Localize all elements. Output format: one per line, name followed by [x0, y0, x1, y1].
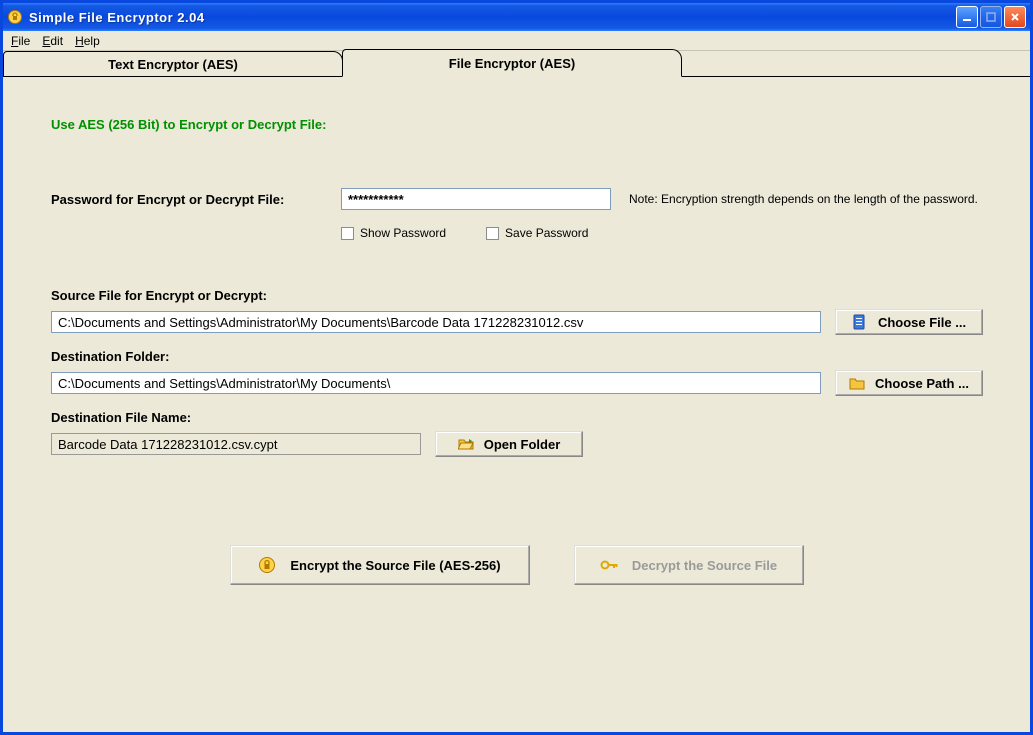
- open-folder-label: Open Folder: [484, 437, 561, 452]
- dest-folder-label: Destination Folder:: [51, 349, 982, 364]
- folder-icon: [849, 375, 865, 391]
- menu-file[interactable]: File: [11, 34, 30, 48]
- source-row: Choose File ...: [51, 309, 982, 335]
- password-note: Note: Encryption strength depends on the…: [629, 192, 978, 206]
- content-pane: Use AES (256 Bit) to Encrypt or Decrypt …: [3, 77, 1030, 732]
- dest-file-row: Barcode Data 171228231012.csv.cypt Open …: [51, 431, 982, 457]
- source-file-input[interactable]: [51, 311, 821, 333]
- dest-folder-input[interactable]: [51, 372, 821, 394]
- source-label: Source File for Encrypt or Decrypt:: [51, 288, 982, 303]
- lock-icon: [258, 556, 276, 574]
- encrypt-label: Encrypt the Source File (AES-256): [290, 558, 500, 573]
- show-password-checkbox[interactable]: Show Password: [341, 226, 446, 240]
- choose-file-label: Choose File ...: [878, 315, 966, 330]
- titlebar: Simple File Encryptor 2.04: [3, 3, 1030, 31]
- choose-file-button[interactable]: Choose File ...: [835, 309, 983, 335]
- show-password-label: Show Password: [360, 226, 446, 240]
- window-title: Simple File Encryptor 2.04: [29, 10, 956, 25]
- choose-path-label: Choose Path ...: [875, 376, 969, 391]
- file-icon: [852, 314, 868, 330]
- password-label: Password for Encrypt or Decrypt File:: [51, 192, 341, 207]
- tab-spacer: [681, 51, 1030, 77]
- password-row: Password for Encrypt or Decrypt File: No…: [51, 188, 982, 210]
- tab-file-encryptor[interactable]: File Encryptor (AES): [342, 49, 682, 77]
- window-controls: [956, 6, 1026, 28]
- decrypt-label: Decrypt the Source File: [632, 558, 777, 573]
- app-window: Simple File Encryptor 2.04 File Edit Hel…: [0, 0, 1033, 735]
- maximize-button[interactable]: [980, 6, 1002, 28]
- dest-folder-row: Choose Path ...: [51, 370, 982, 396]
- checkbox-icon: [341, 227, 354, 240]
- menu-edit[interactable]: Edit: [42, 34, 63, 48]
- tab-row: Text Encryptor (AES) File Encryptor (AES…: [3, 51, 1030, 77]
- dest-file-label: Destination File Name:: [51, 410, 982, 425]
- checkbox-icon: [486, 227, 499, 240]
- key-icon: [600, 556, 618, 574]
- save-password-checkbox[interactable]: Save Password: [486, 226, 588, 240]
- decrypt-button[interactable]: Decrypt the Source File: [574, 545, 804, 585]
- open-folder-icon: [458, 436, 474, 452]
- menubar: File Edit Help: [3, 31, 1030, 51]
- choose-path-button[interactable]: Choose Path ...: [835, 370, 983, 396]
- close-button[interactable]: [1004, 6, 1026, 28]
- open-folder-button[interactable]: Open Folder: [435, 431, 583, 457]
- password-input[interactable]: [341, 188, 611, 210]
- menu-help[interactable]: Help: [75, 34, 100, 48]
- save-password-label: Save Password: [505, 226, 588, 240]
- tab-text-encryptor[interactable]: Text Encryptor (AES): [3, 51, 343, 77]
- dest-file-name: Barcode Data 171228231012.csv.cypt: [51, 433, 421, 455]
- app-lock-icon: [7, 9, 23, 25]
- encrypt-button[interactable]: Encrypt the Source File (AES-256): [230, 545, 530, 585]
- password-options: Show Password Save Password: [341, 226, 982, 240]
- minimize-button[interactable]: [956, 6, 978, 28]
- action-row: Encrypt the Source File (AES-256) Decryp…: [51, 545, 982, 585]
- section-heading: Use AES (256 Bit) to Encrypt or Decrypt …: [51, 117, 982, 132]
